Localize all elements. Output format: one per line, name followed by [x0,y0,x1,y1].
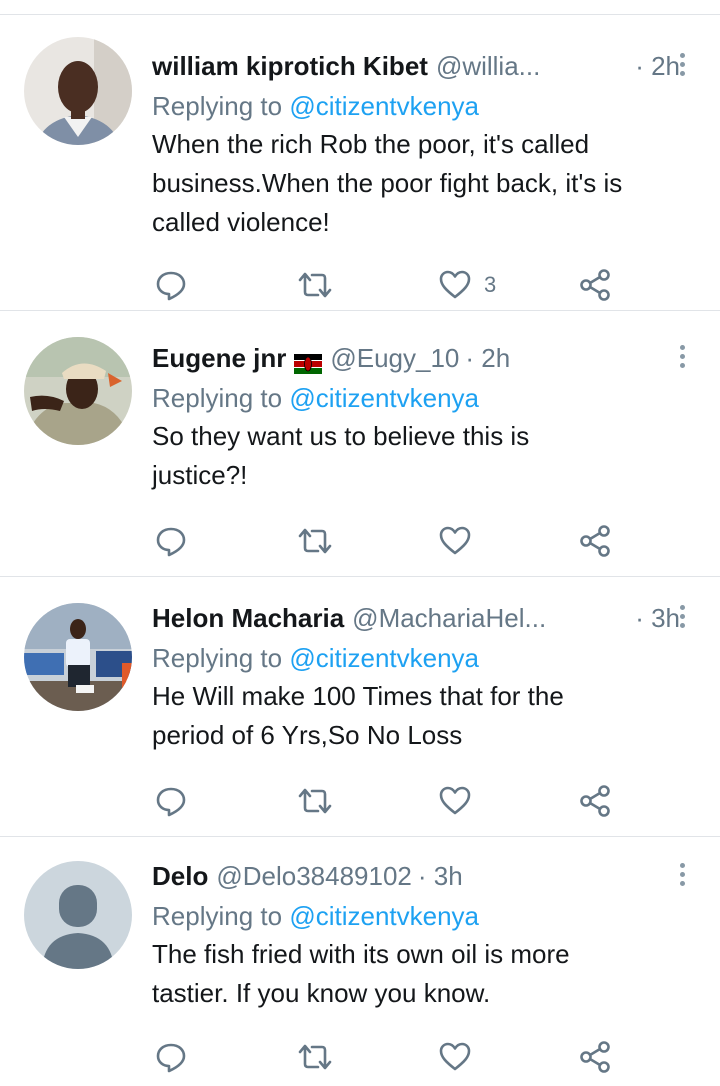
more-icon[interactable] [678,53,686,80]
tweet-reply[interactable]: Delo @Delo38489102 · 3h Replying to @cit… [0,837,720,1086]
tweet-reply[interactable]: Helon Macharia @MachariaHel... · 3h Repl… [0,577,720,837]
like-button[interactable]: 3 [438,265,496,305]
timestamp[interactable]: · 3h [418,859,463,893]
retweet-button[interactable] [296,1037,334,1077]
tweet-header: Delo @Delo38489102 · 3h [152,859,680,893]
like-icon [439,1042,471,1071]
mention-link[interactable]: @citizentvkenya [289,91,479,121]
mention-link[interactable]: @citizentvkenya [289,643,479,673]
share-button[interactable] [578,265,612,305]
replying-label: Replying to [152,901,283,931]
like-button[interactable] [438,781,484,821]
replying-label: Replying to [152,383,283,413]
tweet-text-line: He Will make 100 Times that for the [152,681,564,711]
like-button[interactable] [438,521,484,561]
top-divider [0,0,720,15]
tweet-header: william kiprotich Kibet @willia... · 2h [152,49,680,83]
author-name[interactable]: Eugene jnr [152,341,286,375]
retweet-button[interactable] [296,781,334,821]
replying-to: Replying to @citizentvkenya [152,381,680,415]
reply-button[interactable] [154,521,188,561]
action-bar: 3 [152,265,622,305]
author-name[interactable]: Delo [152,859,208,893]
avatar[interactable] [24,861,132,969]
like-button[interactable] [438,1037,484,1077]
replying-to: Replying to @citizentvkenya [152,89,680,123]
tweet-header: Eugene jnr @Eugy_10 · 2h [152,341,680,375]
author-name[interactable]: william kiprotich Kibet [152,49,428,83]
author-name[interactable]: Helon Macharia [152,601,344,635]
reply-icon [156,1043,186,1073]
like-icon [439,786,471,815]
timestamp[interactable]: · 2h [465,341,510,375]
tweet-reply[interactable]: Eugene jnr @Eugy_10 · 2h Replying to @ci… [0,311,720,577]
retweet-button[interactable] [296,521,334,561]
reply-button[interactable] [154,1037,188,1077]
more-icon[interactable] [678,345,686,372]
timestamp[interactable]: · 3h [635,601,680,635]
retweet-icon [298,788,332,814]
tweet-header: Helon Macharia @MachariaHel... · 3h [152,601,680,635]
tweet-text-line: tastier. If you know you know. [152,978,491,1008]
avatar[interactable] [24,337,132,445]
retweet-button[interactable] [296,265,334,305]
author-handle[interactable]: @MachariaHel... [352,601,546,635]
author-handle[interactable]: @Eugy_10 [330,341,459,375]
reply-button[interactable] [154,781,188,821]
replying-label: Replying to [152,91,283,121]
more-icon[interactable] [678,863,686,890]
action-bar [152,521,622,561]
action-bar [152,1037,622,1077]
author-handle[interactable]: @Delo38489102 [216,859,412,893]
like-count: 3 [484,272,497,297]
reply-button[interactable] [154,265,188,305]
retweet-icon [298,528,332,554]
tweet-text: He Will make 100 Times that for the peri… [152,677,680,755]
share-button[interactable] [578,521,612,561]
tweet-text-line: period of 6 Yrs,So No Loss [152,720,463,750]
action-bar [152,781,622,821]
share-icon [580,525,610,557]
tweet-reply[interactable]: william kiprotich Kibet @willia... · 2h … [0,15,720,311]
retweet-icon [298,1044,332,1070]
mention-link[interactable]: @citizentvkenya [289,383,479,413]
share-icon [580,785,610,817]
kenya-flag-icon [294,348,323,374]
replying-label: Replying to [152,643,283,673]
mention-link[interactable]: @citizentvkenya [289,901,479,931]
tweet-text-line: business.When the poor fight back, it's … [152,168,623,198]
share-icon [580,269,610,301]
replying-to: Replying to @citizentvkenya [152,641,680,675]
retweet-icon [298,272,332,298]
more-icon[interactable] [678,605,686,632]
tweet-text: So they want us to believe this is justi… [152,417,680,495]
tweet-text: The fish fried with its own oil is more … [152,935,680,1013]
timestamp[interactable]: · 2h [635,49,680,83]
tweet-text-line: When the rich Rob the poor, it's called [152,129,590,159]
tweet-text-line: The fish fried with its own oil is more [152,939,570,969]
tweet-text: When the rich Rob the poor, it's called … [152,125,680,242]
reply-icon [156,527,186,557]
avatar[interactable] [24,603,132,711]
reply-icon [156,271,186,301]
tweet-text-line: called violence! [152,207,330,237]
default-avatar-icon [24,861,132,969]
share-button[interactable] [578,1037,612,1077]
like-icon [439,526,471,555]
replying-to: Replying to @citizentvkenya [152,899,680,933]
reply-icon [156,787,186,817]
like-icon [439,270,471,299]
share-icon [580,1041,610,1073]
tweet-text-line: justice?! [152,460,248,490]
avatar[interactable] [24,37,132,145]
share-button[interactable] [578,781,612,821]
author-handle[interactable]: @willia... [436,49,540,83]
tweet-text-line: So they want us to believe this is [152,421,530,451]
